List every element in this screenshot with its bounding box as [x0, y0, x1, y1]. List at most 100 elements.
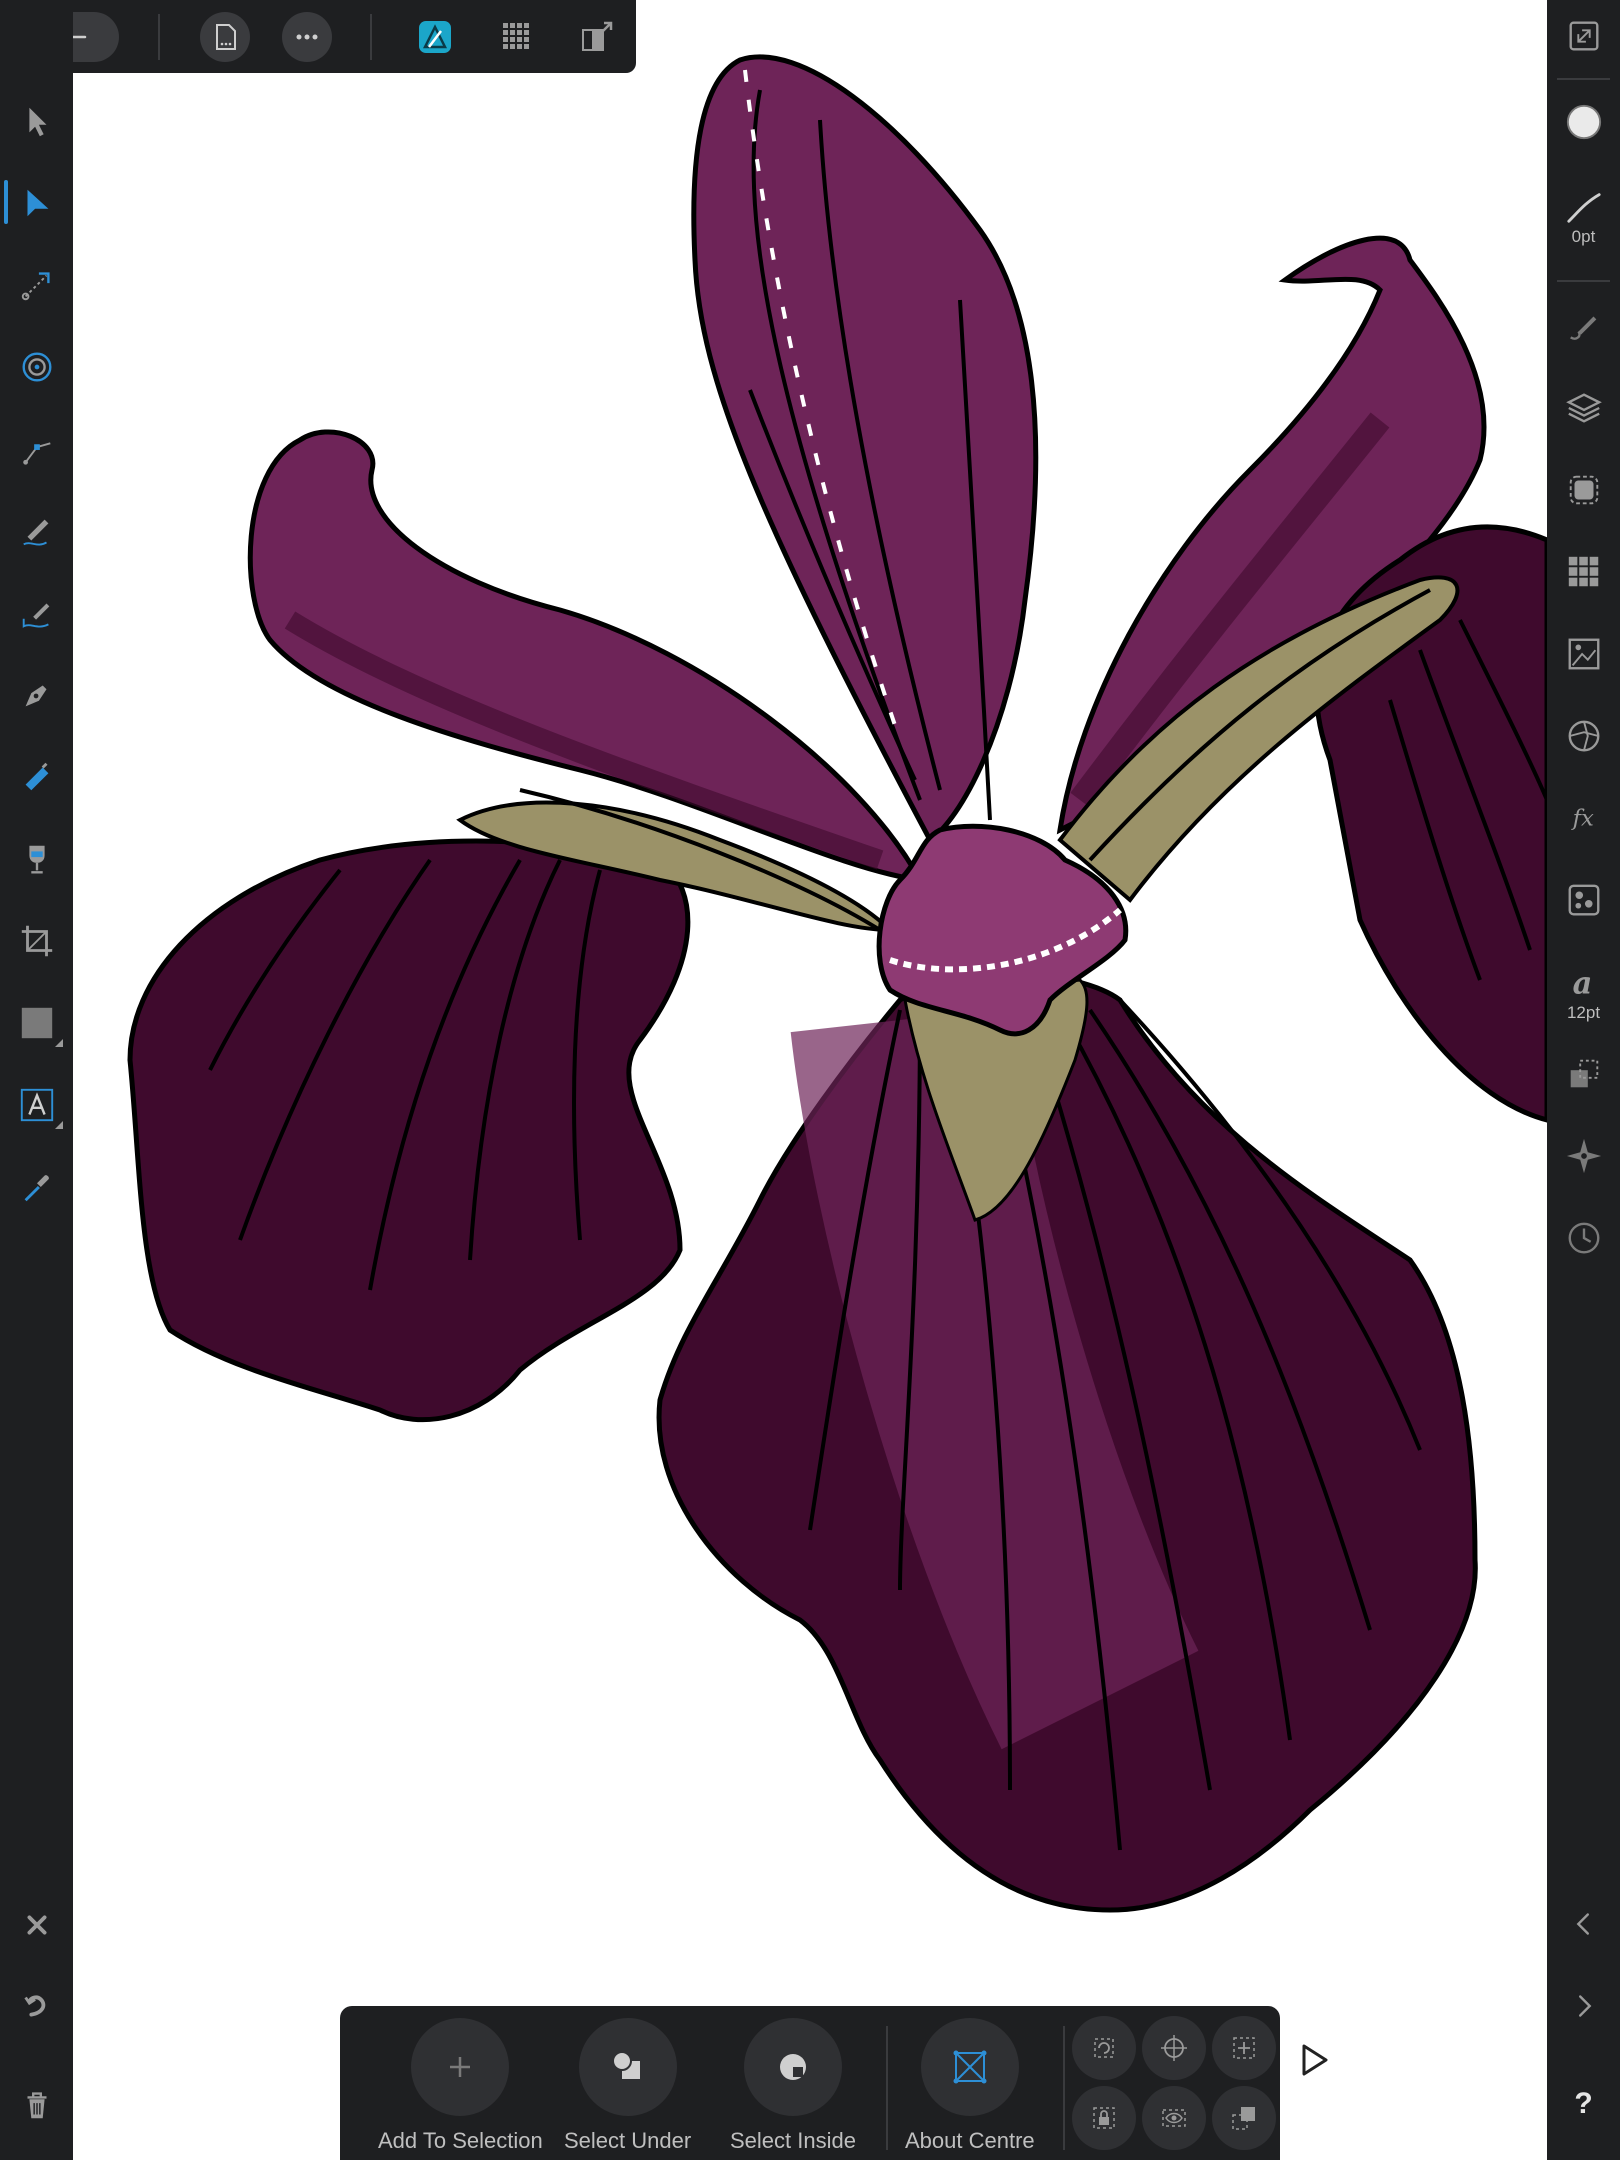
more-button[interactable] [282, 12, 332, 62]
styles-button[interactable] [1555, 870, 1612, 930]
about-centre-button[interactable]: About Centre [905, 2018, 1035, 2154]
context-separator [886, 2026, 888, 2150]
export-persona-button[interactable] [572, 12, 622, 62]
layers-icon [1565, 393, 1602, 423]
select-under-icon [611, 2051, 640, 2079]
navigator-icon [1568, 720, 1599, 752]
crop-tool[interactable] [8, 912, 65, 969]
point-transform-tool[interactable] [8, 256, 65, 313]
help-icon: ? [1574, 2087, 1593, 2120]
text-tool[interactable] [8, 1076, 65, 1133]
add-to-selection-button[interactable]: Add To Selection [378, 2018, 543, 2154]
crop-tool-icon [21, 925, 52, 956]
history-icon [1568, 1222, 1599, 1254]
stroke-button[interactable]: 0pt [1555, 172, 1612, 262]
visibility-icon [1162, 2109, 1186, 2127]
colour-button[interactable] [1555, 92, 1612, 152]
transform-button[interactable] [1555, 1044, 1612, 1104]
move-tool-icon [28, 107, 46, 136]
eyedropper-tool[interactable] [8, 1158, 65, 1215]
pen-tool-icon [25, 685, 46, 706]
stock-icon [1568, 638, 1599, 670]
lock-children-button[interactable] [1072, 2086, 1136, 2150]
corner-tool[interactable] [8, 420, 65, 477]
pixel-persona-button[interactable] [492, 12, 542, 62]
align-centre-icon [1233, 2037, 1255, 2059]
contour-tool[interactable] [8, 338, 65, 395]
eyedropper-icon [24, 1174, 49, 1201]
transparency-tool-icon [28, 845, 45, 873]
select-inside-label: Select Inside [730, 2128, 856, 2153]
close-icon [27, 1915, 46, 1934]
fullscreen-button[interactable] [1555, 6, 1612, 66]
styles-icon [1568, 884, 1599, 916]
vector-brush-tool[interactable] [8, 584, 65, 641]
chevron-left-icon [1576, 1913, 1589, 1935]
top-toolbar [0, 0, 636, 73]
select-under-button[interactable]: Select Under [564, 2018, 691, 2154]
appearance-icon [1569, 475, 1598, 505]
rectangle-tool[interactable] [8, 994, 65, 1051]
more-icon [296, 34, 318, 40]
swatches-button[interactable] [1555, 542, 1612, 602]
navigator-button[interactable] [1555, 706, 1612, 766]
document-button[interactable] [200, 12, 250, 62]
designer-persona-button[interactable] [410, 12, 460, 62]
visibility-button[interactable] [1142, 2086, 1206, 2150]
arrange-button[interactable] [1212, 2086, 1276, 2150]
app-window: 0pt fx a 12pt ? Add To Selection Select … [0, 0, 1620, 2160]
export-persona-icon [582, 21, 613, 51]
stroke-icon [1566, 193, 1601, 223]
snapping-button[interactable] [1555, 1126, 1612, 1186]
collapse-panel-button[interactable] [1555, 1894, 1612, 1954]
pencil-tool[interactable] [8, 502, 65, 559]
stroke-width-label: 0pt [1571, 227, 1596, 246]
iris-illustration[interactable] [73, 0, 1547, 2160]
expand-panel-button[interactable] [1555, 1976, 1612, 2036]
select-rotate-button[interactable] [1072, 2016, 1136, 2080]
play-icon[interactable] [1298, 2040, 1332, 2080]
context-toolbar: Add To Selection Select Under Select Ins… [340, 2006, 1280, 2160]
select-inside-icon [779, 2054, 806, 2080]
undo-icon [23, 1994, 45, 2016]
fx-icon: fx [1570, 806, 1593, 832]
undo-button[interactable] [8, 1978, 65, 2035]
color-swatch-icon [1566, 104, 1601, 140]
svg-text:a: a [1572, 965, 1592, 1001]
svg-text:fx: fx [1570, 806, 1593, 832]
transform-icon [1570, 1059, 1598, 1088]
move-tool[interactable] [8, 92, 65, 149]
fill-tool-icon [25, 762, 48, 790]
plus-icon [450, 2057, 471, 2077]
text-style-icon: a [1572, 965, 1592, 1001]
select-rotate-icon [1094, 2038, 1114, 2058]
pencil-tool-icon [22, 519, 48, 546]
crosshair-button[interactable] [1142, 2016, 1206, 2080]
align-centre-button[interactable] [1212, 2016, 1276, 2080]
tools-toolbar [0, 0, 73, 2160]
font-size-label: 12pt [1566, 1003, 1601, 1022]
appearance-button[interactable] [1555, 460, 1612, 520]
stock-button[interactable] [1555, 624, 1612, 684]
layers-button[interactable] [1555, 378, 1612, 438]
node-tool-icon [27, 189, 48, 216]
transparency-tool[interactable] [8, 830, 65, 887]
help-button[interactable]: ? [1555, 2074, 1612, 2134]
select-inside-button[interactable]: Select Inside [730, 2018, 856, 2154]
flyout-indicator [55, 1039, 63, 1047]
point-transform-icon [21, 271, 50, 300]
designer-persona-icon [419, 21, 451, 53]
snapping-icon [1566, 1138, 1601, 1174]
text-style-button[interactable]: a 12pt [1555, 950, 1612, 1036]
document-canvas[interactable] [73, 0, 1547, 2160]
history-button[interactable] [1555, 1208, 1612, 1268]
fx-button[interactable]: fx [1555, 788, 1612, 848]
node-tool[interactable] [4, 174, 65, 231]
brushes-button[interactable] [1555, 296, 1612, 356]
panel-separator [1557, 78, 1610, 80]
close-button[interactable] [8, 1896, 65, 1953]
context-separator [1063, 2026, 1065, 2150]
delete-button[interactable] [8, 2076, 65, 2133]
pen-tool[interactable] [8, 666, 65, 723]
fill-tool[interactable] [8, 748, 65, 805]
